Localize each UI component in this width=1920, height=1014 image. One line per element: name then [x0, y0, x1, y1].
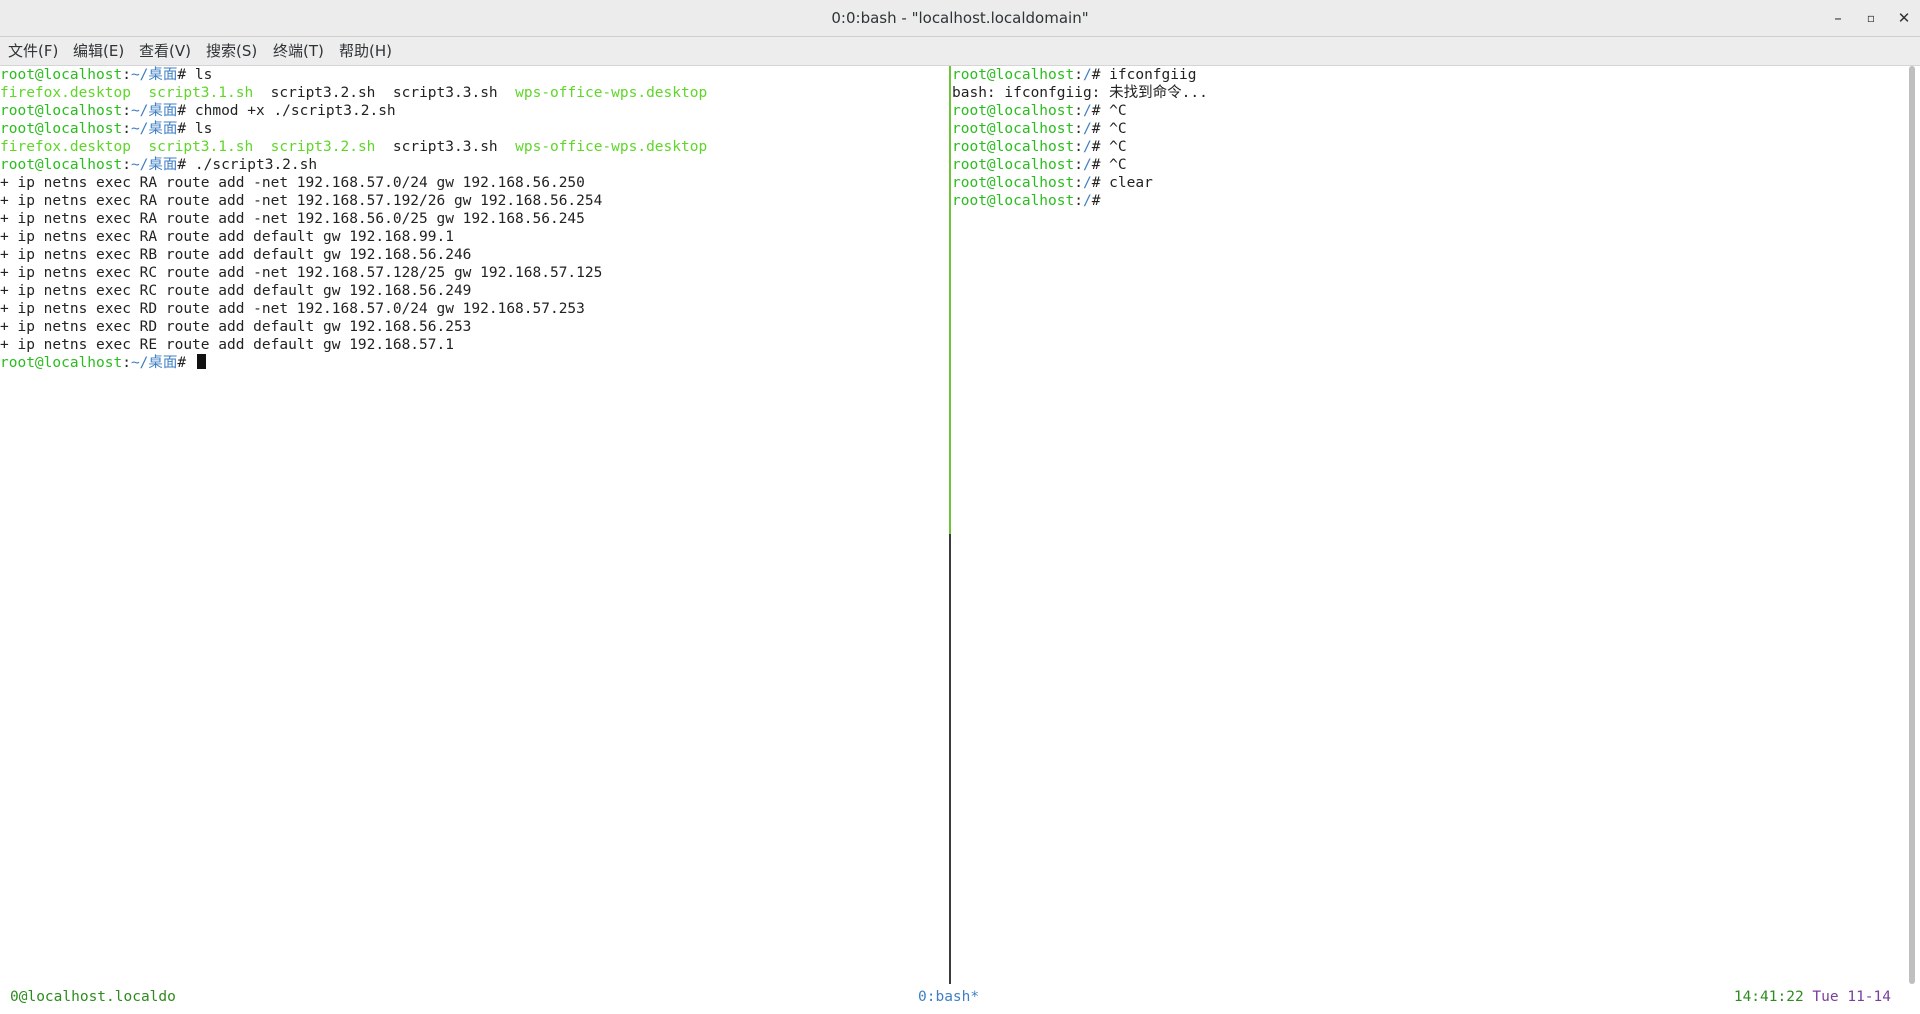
file-name: script3.1.sh — [148, 85, 254, 101]
prompt-user: root@localhost — [952, 193, 1075, 209]
command-text: # chmod +x ./script3.2.sh — [177, 103, 396, 119]
command-text: # ^C — [1091, 157, 1127, 173]
trace-line: + ip netns exec RC route add default gw … — [0, 283, 472, 299]
trace-line: + ip netns exec RB route add default gw … — [0, 247, 472, 263]
trace-line: + ip netns exec RC route add -net 192.16… — [0, 265, 603, 281]
text-cursor — [196, 354, 206, 369]
status-window-index: 0: — [918, 989, 936, 1005]
prompt-path: / — [1082, 175, 1092, 191]
command-text: # clear — [1091, 175, 1153, 191]
left-terminal-pane[interactable]: root@localhost:~/桌面# ls firefox.desktop … — [0, 66, 949, 1014]
file-name: wps-office-wps.desktop — [515, 139, 708, 155]
prompt-path: ~/桌面 — [130, 355, 178, 371]
command-text: # — [1091, 193, 1101, 209]
tmux-status-bar: 0@localhost.localdo 0:bash* 14:41:22 Tue… — [0, 984, 1920, 1014]
title-bar: 0:0:bash - "localhost.localdomain" – ▫ ✕ — [0, 0, 1920, 37]
file-name: script3.2.sh — [270, 85, 376, 101]
status-window-name: bash* — [935, 989, 980, 1005]
prompt-user: root@localhost — [0, 157, 123, 173]
close-button[interactable]: ✕ — [1892, 6, 1916, 30]
prompt-user: root@localhost — [0, 121, 123, 137]
prompt-path: / — [1082, 157, 1092, 173]
menu-help[interactable]: 帮助(H) — [339, 37, 392, 65]
trace-line: + ip netns exec RE route add default gw … — [0, 337, 454, 353]
terminal-line: firefox.desktop script3.1.sh script3.2.s… — [0, 138, 949, 156]
prompt-user: root@localhost — [952, 139, 1075, 155]
status-time-value: 14:41:22 — [1733, 989, 1804, 1005]
menu-file[interactable]: 文件(F) — [8, 37, 58, 65]
command-text: # ^C — [1091, 139, 1127, 155]
menu-bar: 文件(F) 编辑(E) 查看(V) 搜索(S) 终端(T) 帮助(H) — [0, 37, 1920, 66]
trace-line: + ip netns exec RD route add default gw … — [0, 319, 472, 335]
minimize-button[interactable]: – — [1826, 6, 1850, 30]
command-text: # — [177, 355, 195, 371]
trace-line: + ip netns exec RA route add -net 192.16… — [0, 175, 585, 191]
terminal-line: root@localhost:/# ^C — [952, 121, 1127, 137]
window-title: 0:0:bash - "localhost.localdomain" — [831, 9, 1089, 27]
prompt-path: / — [1082, 121, 1092, 137]
prompt-path: ~/桌面 — [130, 157, 178, 173]
prompt-user: root@localhost — [0, 103, 123, 119]
terminal-line: root@localhost:/# ^C — [952, 157, 1127, 173]
right-terminal-pane[interactable]: root@localhost:/# ifconfgiig bash: ifcon… — [952, 66, 1907, 1014]
terminal-line: root@localhost:~/桌面# — [0, 354, 949, 372]
prompt-user: root@localhost — [952, 103, 1075, 119]
file-name: firefox.desktop — [0, 139, 131, 155]
error-line: bash: ifconfgiig: 未找到命令... — [952, 85, 1208, 101]
terminal-line: root@localhost:~/桌面# chmod +x ./script3.… — [0, 103, 396, 119]
terminal-line: root@localhost:~/桌面# ./script3.2.sh — [0, 157, 318, 173]
prompt-user: root@localhost — [952, 175, 1075, 191]
menu-search[interactable]: 搜索(S) — [206, 37, 257, 65]
menu-view[interactable]: 查看(V) — [139, 37, 191, 65]
command-text: # ls — [177, 67, 213, 83]
active-pane-indicator — [949, 66, 951, 534]
file-name: wps-office-wps.desktop — [515, 85, 708, 101]
command-text: # ./script3.2.sh — [177, 157, 318, 173]
terminal-line: root@localhost:/# — [952, 193, 1101, 209]
prompt-path: ~/桌面 — [130, 67, 178, 83]
menu-terminal[interactable]: 终端(T) — [273, 37, 324, 65]
command-text: # ifconfgiig — [1091, 67, 1197, 83]
status-date-value: Tue 11-14 — [1812, 989, 1891, 1005]
terminal-line: root@localhost:/# ^C — [952, 139, 1127, 155]
command-text: # ^C — [1091, 103, 1127, 119]
file-name: script3.2.sh — [270, 139, 376, 155]
prompt-user: root@localhost — [0, 67, 123, 83]
file-name: script3.3.sh — [392, 85, 498, 101]
terminal-line: root@localhost:~/桌面# ls — [0, 67, 213, 83]
prompt-path: / — [1082, 139, 1092, 155]
prompt-user: root@localhost — [952, 67, 1075, 83]
terminal-line: root@localhost:/# ifconfgiig — [952, 67, 1197, 83]
maximize-button[interactable]: ▫ — [1859, 6, 1883, 30]
terminal-line: root@localhost:~/桌面# ls — [0, 121, 213, 137]
prompt-path: ~/桌面 — [130, 121, 178, 137]
status-clock: 14:41:22 Tue 11-14 — [1734, 984, 1891, 1010]
terminal-line: root@localhost:/# ^C — [952, 103, 1127, 119]
status-session: 0@localhost.localdo — [10, 989, 176, 1005]
prompt-user: root@localhost — [952, 157, 1075, 173]
trace-line: + ip netns exec RD route add -net 192.16… — [0, 301, 585, 317]
trace-line: + ip netns exec RA route add -net 192.16… — [0, 193, 603, 209]
trace-line: + ip netns exec RA route add default gw … — [0, 229, 454, 245]
file-name: script3.1.sh — [148, 139, 254, 155]
prompt-path: / — [1082, 67, 1092, 83]
terminal-line: root@localhost:/# clear — [952, 175, 1153, 191]
file-name: firefox.desktop — [0, 85, 131, 101]
file-name: script3.3.sh — [392, 139, 498, 155]
menu-edit[interactable]: 编辑(E) — [73, 37, 124, 65]
command-text: # ^C — [1091, 121, 1127, 137]
terminal-line: firefox.desktop script3.1.sh script3.2.s… — [0, 84, 949, 102]
prompt-path: ~/桌面 — [130, 103, 178, 119]
prompt-user: root@localhost — [0, 355, 123, 371]
trace-line: + ip netns exec RA route add -net 192.16… — [0, 211, 585, 227]
prompt-path: / — [1082, 103, 1092, 119]
prompt-user: root@localhost — [952, 121, 1075, 137]
scrollbar-thumb[interactable] — [1909, 66, 1915, 984]
prompt-path: / — [1082, 193, 1092, 209]
status-window[interactable]: 0:bash* — [918, 984, 979, 1010]
command-text: # ls — [177, 121, 213, 137]
